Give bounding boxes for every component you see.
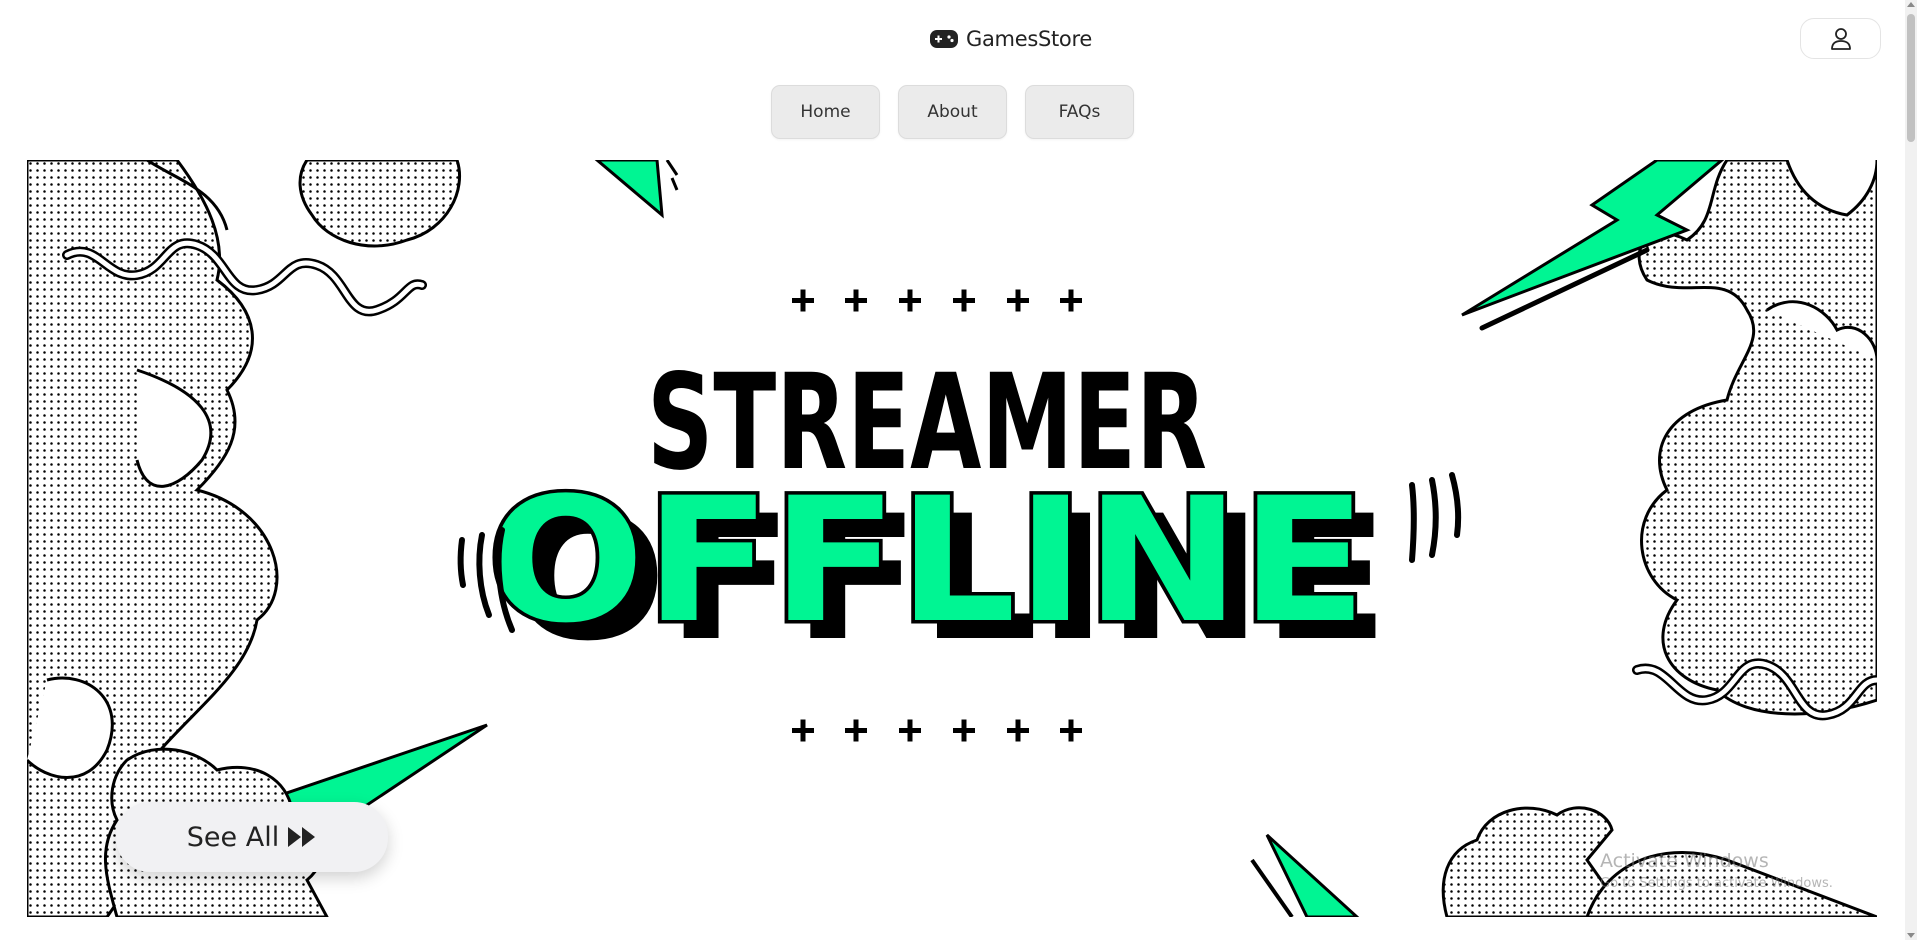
- plus-row-top: [792, 289, 1082, 312]
- headline-offline: OFFLINE: [487, 460, 1367, 661]
- main-nav: Home About FAQs: [771, 85, 1134, 139]
- plus-row-bottom: [792, 719, 1082, 742]
- see-all-button[interactable]: See All: [116, 802, 388, 872]
- right-cloud: [1637, 160, 1877, 716]
- fast-forward-icon: [288, 827, 316, 847]
- lightning-top-center: [594, 160, 664, 219]
- brand-logo[interactable]: GamesStore: [930, 24, 1092, 54]
- top-header: GamesStore: [0, 0, 1905, 78]
- motion-lines-right: [1409, 482, 1417, 563]
- nav-faqs[interactable]: FAQs: [1025, 85, 1134, 139]
- watermark-subtitle: Go to Settings to activate Windows.: [1600, 876, 1833, 891]
- activate-windows-watermark: Activate Windows Go to Settings to activ…: [1600, 850, 1833, 891]
- user-icon: [1830, 27, 1851, 50]
- lightning-bottom-center: [1265, 833, 1360, 917]
- scroll-up-arrow[interactable]: [1907, 2, 1915, 7]
- scroll-thumb[interactable]: [1907, 14, 1915, 142]
- nav-home[interactable]: Home: [771, 85, 880, 139]
- motion-lines-left: [457, 537, 466, 588]
- gamepad-icon: [930, 30, 958, 48]
- account-button[interactable]: [1800, 18, 1881, 59]
- watermark-title: Activate Windows: [1600, 850, 1769, 872]
- top-left-cloud: [298, 160, 462, 248]
- page-scrollbar[interactable]: [1905, 0, 1917, 940]
- see-all-label: See All: [186, 821, 280, 853]
- brand-name: GamesStore: [966, 27, 1092, 51]
- scroll-down-arrow[interactable]: [1907, 933, 1915, 938]
- nav-about[interactable]: About: [898, 85, 1007, 139]
